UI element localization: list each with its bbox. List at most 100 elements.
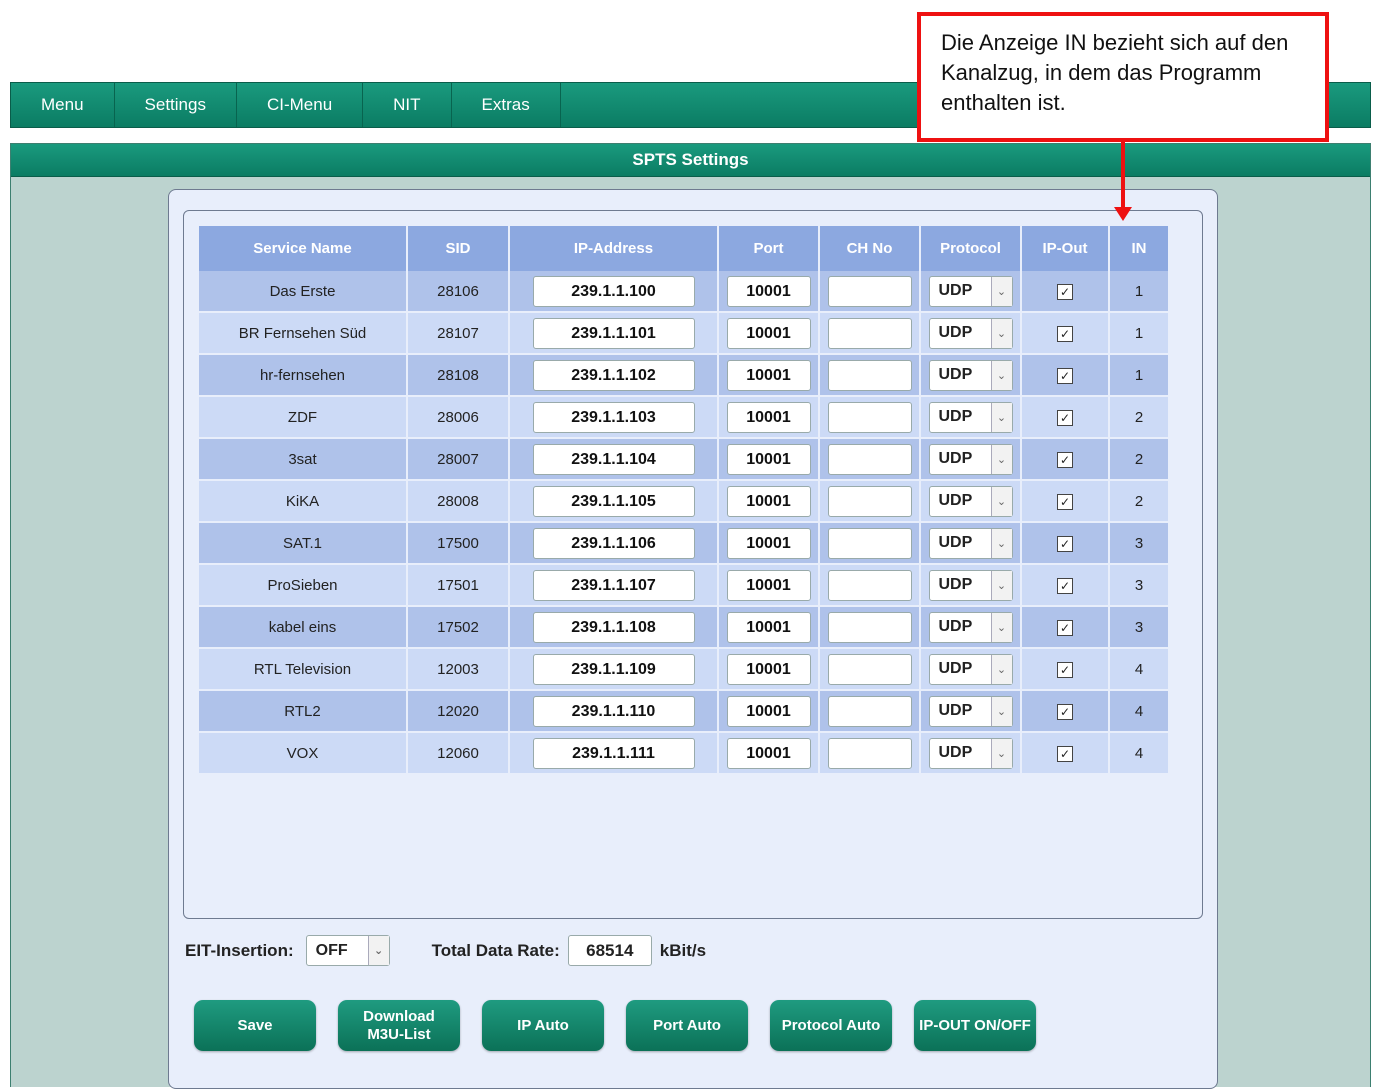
ip-auto-button[interactable]: IP Auto: [482, 1000, 604, 1051]
service-table: Service Name SID IP-Address Port CH No P…: [199, 226, 1170, 775]
ip-address-input[interactable]: 239.1.1.103: [532, 401, 695, 433]
checkbox-checked-icon[interactable]: ✓: [1057, 493, 1073, 510]
nav-extras[interactable]: Extras: [452, 83, 561, 127]
col-protocol: Protocol: [920, 226, 1022, 271]
checkbox-checked-icon[interactable]: ✓: [1057, 619, 1073, 636]
table-row: kabel eins 17502 239.1.1.108 10001 UDP ⌄ ✓ 3: [199, 606, 1170, 649]
download-m3u-button[interactable]: Download M3U-List: [338, 1000, 460, 1051]
checkbox-checked-icon[interactable]: ✓: [1057, 283, 1073, 300]
port-input[interactable]: 10001: [726, 611, 811, 643]
port-auto-button[interactable]: Port Auto: [626, 1000, 748, 1051]
port-cell: 10001: [718, 271, 820, 313]
port-input[interactable]: 10001: [726, 401, 811, 433]
ch-no-input[interactable]: [827, 359, 912, 391]
checkbox-checked-icon[interactable]: ✓: [1057, 745, 1073, 762]
in-value: 2: [1109, 438, 1170, 481]
protocol-select[interactable]: UDP ⌄: [928, 611, 1013, 643]
port-cell: 10001: [718, 312, 820, 355]
ch-no-input[interactable]: [827, 569, 912, 601]
port-input[interactable]: 10001: [726, 317, 811, 349]
checkbox-checked-icon[interactable]: ✓: [1057, 535, 1073, 552]
port-input[interactable]: 10001: [726, 653, 811, 685]
protocol-value: UDP: [938, 702, 973, 719]
protocol-select[interactable]: UDP ⌄: [928, 569, 1013, 601]
ch-no-input[interactable]: [827, 611, 912, 643]
annotation-arrow-head: [1114, 207, 1132, 221]
ip-address-input[interactable]: 239.1.1.102: [532, 359, 695, 391]
ip-address-input[interactable]: 239.1.1.110: [532, 695, 695, 727]
checkbox-checked-icon[interactable]: ✓: [1057, 661, 1073, 678]
ch-no-input[interactable]: [827, 443, 912, 475]
ip-address-input[interactable]: 239.1.1.101: [532, 317, 695, 349]
service-sid: 12060: [407, 732, 510, 775]
protocol-select[interactable]: UDP ⌄: [928, 317, 1013, 349]
port-input[interactable]: 10001: [726, 737, 811, 769]
ip-address-input[interactable]: 239.1.1.108: [532, 611, 695, 643]
nav-ci-menu[interactable]: CI-Menu: [237, 83, 364, 127]
protocol-select[interactable]: UDP ⌄: [928, 443, 1013, 475]
protocol-select[interactable]: UDP ⌄: [928, 737, 1013, 769]
service-sid: 17502: [407, 606, 510, 649]
checkbox-checked-icon[interactable]: ✓: [1057, 451, 1073, 468]
ip-address-cell: 239.1.1.101: [509, 312, 719, 355]
ip-out-cell: ✓: [1021, 606, 1110, 649]
port-input[interactable]: 10001: [726, 359, 811, 391]
ch-no-input[interactable]: [827, 653, 912, 685]
ip-address-input[interactable]: 239.1.1.104: [532, 443, 695, 475]
protocol-select[interactable]: UDP ⌄: [928, 359, 1013, 391]
port-input[interactable]: 10001: [726, 485, 811, 517]
nav-menu[interactable]: Menu: [11, 83, 115, 127]
ch-no-input[interactable]: [827, 737, 912, 769]
ip-address-input[interactable]: 239.1.1.100: [532, 275, 695, 307]
ch-no-input[interactable]: [827, 275, 912, 307]
checkbox-checked-icon[interactable]: ✓: [1057, 325, 1073, 342]
checkbox-checked-icon[interactable]: ✓: [1057, 409, 1073, 426]
service-name: ProSieben: [199, 564, 408, 607]
service-name: SAT.1: [199, 522, 408, 565]
protocol-select[interactable]: UDP ⌄: [928, 401, 1013, 433]
ip-out-toggle-button[interactable]: IP-OUT ON/OFF: [914, 1000, 1036, 1051]
annotation-arrow: [1121, 142, 1125, 210]
chevron-down-icon: ⌄: [990, 528, 1012, 558]
ch-no-input[interactable]: [827, 317, 912, 349]
ip-address-input[interactable]: 239.1.1.111: [532, 737, 695, 769]
chevron-down-icon: ⌄: [990, 570, 1012, 600]
ch-no-input[interactable]: [827, 485, 912, 517]
port-input[interactable]: 10001: [726, 569, 811, 601]
port-input[interactable]: 10001: [726, 443, 811, 475]
table-row: ProSieben 17501 239.1.1.107 10001 UDP ⌄ ✓ 3: [199, 564, 1170, 607]
chevron-down-icon: ⌄: [990, 444, 1012, 474]
eit-insertion-select[interactable]: OFF ⌄: [305, 935, 390, 966]
ip-address-input[interactable]: 239.1.1.107: [532, 569, 695, 601]
port-input[interactable]: 10001: [726, 275, 811, 307]
protocol-select[interactable]: UDP ⌄: [928, 275, 1013, 307]
checkbox-checked-icon[interactable]: ✓: [1057, 367, 1073, 384]
checkbox-checked-icon[interactable]: ✓: [1057, 577, 1073, 594]
protocol-auto-button[interactable]: Protocol Auto: [770, 1000, 892, 1051]
protocol-select[interactable]: UDP ⌄: [928, 695, 1013, 727]
port-input[interactable]: 10001: [726, 695, 811, 727]
ch-no-input[interactable]: [827, 527, 912, 559]
protocol-select[interactable]: UDP ⌄: [928, 527, 1013, 559]
service-table-box: Service Name SID IP-Address Port CH No P…: [183, 210, 1203, 919]
nav-nit[interactable]: NIT: [363, 83, 452, 127]
ip-out-cell: ✓: [1021, 438, 1110, 481]
protocol-value: UDP: [938, 492, 973, 509]
options-row: EIT-Insertion: OFF ⌄ Total Data Rate: 68…: [185, 935, 706, 966]
ip-address-input[interactable]: 239.1.1.109: [532, 653, 695, 685]
protocol-select[interactable]: UDP ⌄: [928, 653, 1013, 685]
col-ch-no: CH No: [819, 226, 921, 271]
ip-address-input[interactable]: 239.1.1.106: [532, 527, 695, 559]
service-sid: 28008: [407, 480, 510, 523]
save-button[interactable]: Save: [194, 1000, 316, 1051]
table-header-row: Service Name SID IP-Address Port CH No P…: [199, 226, 1170, 271]
table-row: KiKA 28008 239.1.1.105 10001 UDP ⌄ ✓ 2: [199, 480, 1170, 523]
protocol-select[interactable]: UDP ⌄: [928, 485, 1013, 517]
ch-no-input[interactable]: [827, 401, 912, 433]
ip-address-input[interactable]: 239.1.1.105: [532, 485, 695, 517]
ch-no-input[interactable]: [827, 695, 912, 727]
checkbox-checked-icon[interactable]: ✓: [1057, 703, 1073, 720]
nav-settings[interactable]: Settings: [115, 83, 237, 127]
port-input[interactable]: 10001: [726, 527, 811, 559]
protocol-value: UDP: [938, 282, 973, 299]
